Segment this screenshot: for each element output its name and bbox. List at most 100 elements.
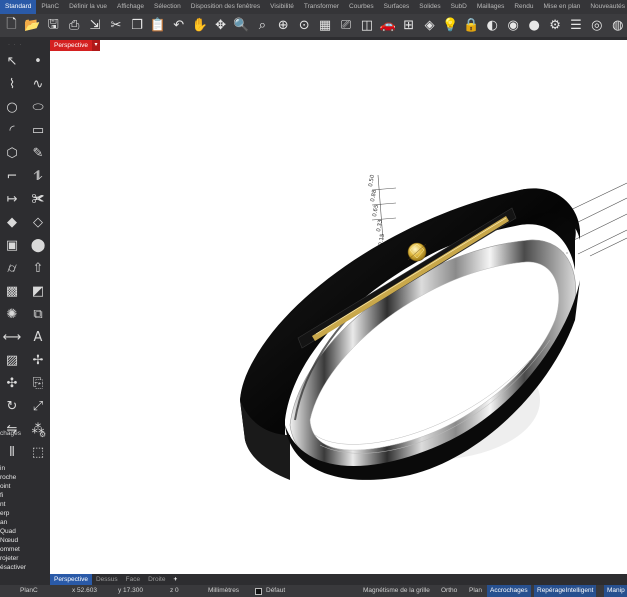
car-icon[interactable]: 🚗 [378, 16, 397, 36]
hatch-icon[interactable]: ▨ [1, 349, 23, 371]
tab-subd[interactable]: SubD [446, 0, 472, 14]
viewport-tab-dessus[interactable]: Dessus [92, 574, 122, 585]
osnap-item[interactable]: Nœud [0, 536, 50, 545]
viewport-tab-droite[interactable]: Droite [144, 574, 169, 585]
perspective-viewport[interactable]: 0.50 0.88 0.65 0.33 0.15 Perspective ▾ [50, 40, 627, 574]
options-icon[interactable]: ☰ [566, 16, 585, 36]
osnap-item[interactable]: erp [0, 509, 50, 518]
extend-icon[interactable]: ↦ [1, 188, 23, 210]
sphere-icon[interactable]: ● [525, 16, 544, 36]
tab-courbes[interactable]: Courbes [344, 0, 379, 14]
trim-icon[interactable]: ✀ [27, 188, 49, 210]
viewport-tab-perspective[interactable]: Perspective [50, 574, 92, 585]
copy-obj-icon[interactable]: ⎘ [27, 372, 49, 394]
arc-icon[interactable]: ◜ [1, 119, 23, 141]
status-cplane[interactable]: PlanC [20, 585, 38, 597]
gear-icon[interactable]: ⚙ [39, 430, 46, 439]
grid-snap-toggle[interactable]: Magnétisme de la grille [360, 585, 433, 597]
offset-icon[interactable]: ⥮ [27, 165, 49, 187]
select-icon[interactable]: ↖ [1, 50, 23, 72]
align-icon[interactable]: ⫴ [1, 441, 23, 463]
rotate-view-icon[interactable]: ✥ [211, 16, 230, 36]
properties-icon[interactable]: ⚙ [546, 16, 565, 36]
cylinder-icon[interactable]: ⌭ [1, 257, 23, 279]
cut-icon[interactable]: ✂ [107, 16, 126, 36]
tab-planc[interactable]: PlanC [36, 0, 64, 14]
tab-surfaces[interactable]: Surfaces [379, 0, 415, 14]
tab-s-lection[interactable]: Sélection [149, 0, 186, 14]
camera-icon[interactable]: ◫ [357, 16, 376, 36]
move-icon[interactable]: ✣ [1, 372, 23, 394]
polygon-icon[interactable]: ⬡ [1, 142, 23, 164]
light-icon[interactable]: 💡 [441, 16, 460, 36]
osnap-item[interactable]: ommet [0, 545, 50, 554]
material-icon[interactable]: ◍ [608, 16, 627, 36]
print-icon[interactable]: ⎙ [65, 16, 84, 36]
fillet-icon[interactable]: ⌐ [1, 165, 23, 187]
new-icon[interactable]: 🗋 [2, 16, 21, 36]
osnap-item[interactable]: oint [0, 482, 50, 491]
add-viewport-tab-button[interactable]: + [169, 574, 181, 585]
group-icon[interactable]: ⬚ [27, 441, 49, 463]
tab-rendu[interactable]: Rendu [509, 0, 538, 14]
osnap-item[interactable]: Quad [0, 527, 50, 536]
osnap-item[interactable]: nt [0, 500, 50, 509]
tab-nouveaut-s-dans[interactable]: Nouveautés dans [585, 0, 627, 14]
viewport-menu-arrow-icon[interactable]: ▾ [92, 40, 100, 51]
smarttrack-toggle[interactable]: RepérageIntelligent [534, 585, 597, 597]
tab-affichage[interactable]: Affichage [112, 0, 149, 14]
polyline-icon[interactable]: ⌇ [1, 73, 23, 95]
gumball-icon[interactable]: ✢ [27, 349, 49, 371]
osnap-item[interactable]: ﬁ [0, 491, 50, 500]
tab-transformer[interactable]: Transformer [299, 0, 344, 14]
osnap-item[interactable]: roche [0, 473, 50, 482]
import-icon[interactable]: ⇲ [86, 16, 105, 36]
scale-icon[interactable]: ⤢ [27, 395, 49, 417]
freeform-icon[interactable]: ✎ [27, 142, 49, 164]
zoom-window-icon[interactable]: ⌕ [253, 16, 272, 36]
osnap-item[interactable]: rojeter [0, 554, 50, 563]
named-view-icon[interactable]: ⎚ [337, 16, 356, 36]
mesh-icon[interactable]: ▩ [1, 280, 23, 302]
planar-toggle[interactable]: Plan [466, 585, 485, 597]
tab-d-finir-la-vue[interactable]: Définir la vue [64, 0, 112, 14]
osnap-item[interactable]: ésactiver [0, 563, 50, 572]
curve-icon[interactable]: ∿ [27, 73, 49, 95]
zoom-selected-icon[interactable]: ⊙ [295, 16, 314, 36]
osnap-toggle[interactable]: Accrochages [487, 585, 531, 597]
dimension-icon[interactable]: ⟷ [1, 326, 23, 348]
osnap-item[interactable]: in [0, 464, 50, 473]
gumball-toggle[interactable]: Manip [604, 585, 627, 597]
ellipse-icon[interactable]: ⬭ [27, 96, 49, 118]
cplane-icon[interactable]: ⊞ [399, 16, 418, 36]
pan-hand-icon[interactable]: ✋ [190, 16, 209, 36]
text-icon[interactable]: A [27, 326, 49, 348]
join-icon[interactable]: ⧉ [27, 303, 49, 325]
loft-icon[interactable]: ◇ [27, 211, 49, 233]
save-icon[interactable]: 🖫 [44, 16, 63, 36]
ortho-toggle[interactable]: Ortho [438, 585, 460, 597]
point-icon[interactable]: • [27, 50, 49, 72]
circle-icon[interactable]: ○ [1, 96, 23, 118]
sphere-solid-icon[interactable]: ⬤ [27, 234, 49, 256]
tab-maillages[interactable]: Maillages [472, 0, 509, 14]
lock-icon[interactable]: 🔒 [462, 16, 481, 36]
viewport-title[interactable]: Perspective [50, 40, 92, 51]
shaded-icon[interactable]: ◐ [483, 16, 502, 36]
open-icon[interactable]: 📂 [23, 16, 42, 36]
color-wheel-icon[interactable]: ◉ [504, 16, 523, 36]
zoom-extents-icon[interactable]: ⊕ [274, 16, 293, 36]
osnap-item[interactable]: an [0, 518, 50, 527]
rotate-icon[interactable]: ↻ [1, 395, 23, 417]
surface-icon[interactable]: ◆ [1, 211, 23, 233]
layer-color-swatch[interactable] [255, 588, 262, 595]
boolean-icon[interactable]: ◩ [27, 280, 49, 302]
zoom-icon[interactable]: 🔍 [232, 16, 251, 36]
paste-icon[interactable]: 📋 [148, 16, 167, 36]
extrude-icon[interactable]: ⇧ [27, 257, 49, 279]
sidebar-grip[interactable]: · · · [8, 42, 22, 48]
rendered-icon[interactable]: ◎ [587, 16, 606, 36]
tab-standard[interactable]: Standard [0, 0, 37, 14]
viewport-layout-icon[interactable]: ▦ [316, 16, 335, 36]
rectangle-icon[interactable]: ▭ [27, 119, 49, 141]
